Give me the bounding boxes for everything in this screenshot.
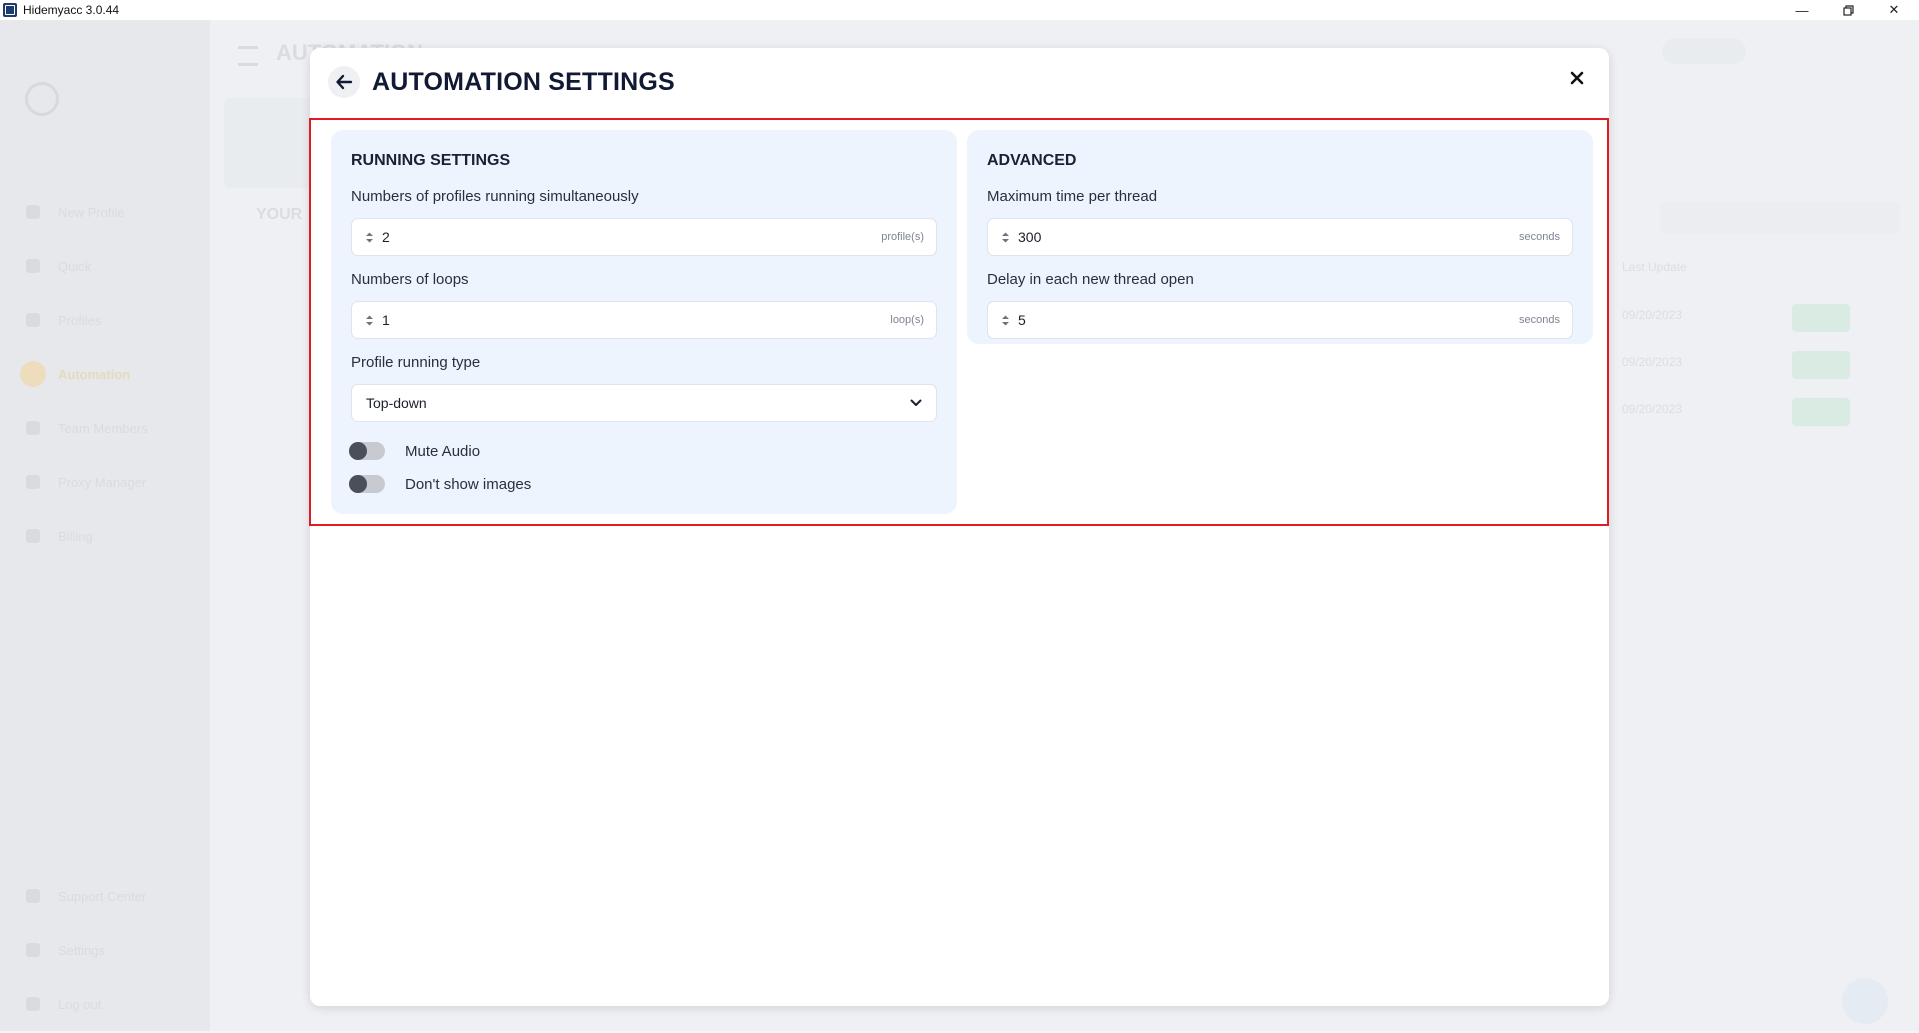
modal-header: AUTOMATION SETTINGS xyxy=(328,64,675,100)
delay-unit: seconds xyxy=(1519,314,1560,326)
loops-value: 1 xyxy=(382,312,390,328)
modal-title: AUTOMATION SETTINGS xyxy=(372,67,675,96)
highlight-frame: RUNNING SETTINGS Numbers of profiles run… xyxy=(309,118,1609,526)
loops-unit: loop(s) xyxy=(890,314,924,326)
window-title: Hidemyacc 3.0.44 xyxy=(23,3,120,17)
running-settings-panel: RUNNING SETTINGS Numbers of profiles run… xyxy=(331,130,957,514)
max-time-stepper[interactable]: 300 seconds xyxy=(987,218,1573,256)
panel-title: ADVANCED xyxy=(987,152,1077,169)
running-type-select[interactable]: Top-down xyxy=(351,384,937,422)
hide-images-toggle[interactable] xyxy=(349,475,385,493)
hide-images-row: Don't show images xyxy=(349,475,531,493)
stepper-arrows-icon[interactable] xyxy=(362,314,376,327)
close-icon[interactable] xyxy=(1567,68,1587,88)
restore-icon[interactable] xyxy=(1826,0,1870,20)
minimize-icon[interactable]: — xyxy=(1780,0,1824,20)
running-type-value: Top-down xyxy=(366,395,427,411)
automation-settings-modal: AUTOMATION SETTINGS RUNNING SETTINGS Num… xyxy=(309,48,1609,1006)
delay-stepper[interactable]: 5 seconds xyxy=(987,301,1573,339)
loops-label: Numbers of loops xyxy=(351,271,469,288)
stepper-arrows-icon[interactable] xyxy=(998,231,1012,244)
panel-title: RUNNING SETTINGS xyxy=(351,152,511,169)
hide-images-label: Don't show images xyxy=(405,475,532,493)
profiles-count-stepper[interactable]: 2 profile(s) xyxy=(351,218,937,256)
profiles-count-label: Numbers of profiles running simultaneous… xyxy=(351,188,639,205)
delay-label: Delay in each new thread open xyxy=(987,271,1194,288)
max-time-value: 300 xyxy=(1018,229,1042,245)
running-type-label: Profile running type xyxy=(351,354,481,371)
app-logo-icon xyxy=(3,3,17,17)
profiles-count-value: 2 xyxy=(382,229,390,245)
profiles-count-unit: profile(s) xyxy=(881,231,924,243)
back-arrow-icon[interactable] xyxy=(328,66,360,98)
advanced-panel: ADVANCED Maximum time per thread 300 sec… xyxy=(967,130,1593,344)
mute-audio-toggle[interactable] xyxy=(349,442,385,460)
stepper-arrows-icon[interactable] xyxy=(362,231,376,244)
delay-value: 5 xyxy=(1018,312,1026,328)
chevron-down-icon xyxy=(910,394,922,412)
window-titlebar: Hidemyacc 3.0.44 — ✕ xyxy=(0,0,1919,20)
stepper-arrows-icon[interactable] xyxy=(998,314,1012,327)
mute-audio-row: Mute Audio xyxy=(349,442,480,460)
window-close-icon[interactable]: ✕ xyxy=(1872,0,1916,20)
loops-stepper[interactable]: 1 loop(s) xyxy=(351,301,937,339)
max-time-unit: seconds xyxy=(1519,231,1560,243)
max-time-label: Maximum time per thread xyxy=(987,188,1158,205)
mute-audio-label: Mute Audio xyxy=(405,442,481,460)
